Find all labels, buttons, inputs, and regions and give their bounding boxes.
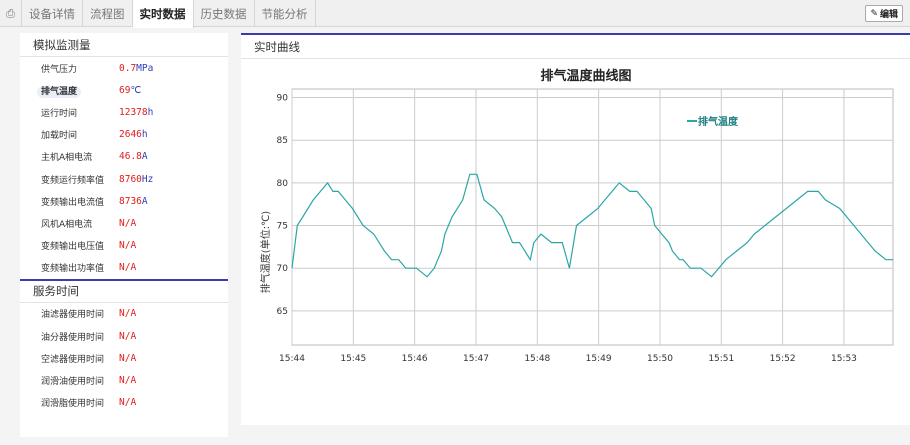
tab-2[interactable]: 实时数据 (132, 0, 194, 28)
x-tick-label: 15:52 (770, 354, 796, 364)
data-row: 润滑脂使用时间 N/A (20, 392, 228, 414)
plot-frame (291, 88, 894, 346)
x-tick-label: 15:44 (279, 354, 305, 364)
data-row: 排气温度 69℃ (20, 79, 228, 101)
row-unit: MPa (136, 62, 154, 74)
row-label: 排气温度 (20, 84, 119, 98)
x-tick-label: 15:47 (463, 354, 489, 364)
data-row: 运行时间 12378h (20, 101, 228, 123)
data-row: 油分器使用时间 N/A (20, 325, 228, 347)
row-label: 变频输出电流值 (41, 197, 105, 208)
row-label: 润滑油使用时间 (41, 377, 105, 388)
y-tick-label: 75 (277, 222, 288, 232)
y-tick-label: 65 (277, 307, 288, 317)
chart-title: 排气温度曲线图 (540, 68, 631, 84)
edit-icon: ✎ (870, 8, 878, 19)
row-value: N/A (119, 397, 137, 409)
edit-button[interactable]: ✎ 编辑 (865, 5, 903, 22)
x-tick-label: 15:49 (586, 354, 612, 364)
data-row: 供气压力 0.7MPa (20, 57, 228, 79)
row-value: N/A (119, 308, 137, 320)
x-tick-label: 15:45 (340, 354, 366, 364)
tab-4[interactable]: 节能分析 (255, 0, 316, 27)
tab-1[interactable]: 流程图 (83, 0, 133, 27)
monitor-panel: 模拟监测量 供气压力 0.7MPa 排气温度 69℃ 运行时间 12378h 加载时间 264… (20, 33, 228, 437)
print-icon[interactable]: ⎙ (0, 0, 22, 27)
y-tick-label: 80 (277, 179, 289, 189)
row-value: N/A (119, 217, 137, 229)
data-row: 变频运行频率值 8760Hz (20, 168, 228, 190)
x-tick-label: 15:51 (708, 354, 734, 364)
x-tick-label: 15:48 (524, 354, 550, 364)
row-value: 8760Hz (119, 173, 154, 185)
row-label: 变频输出电压值 (41, 242, 105, 253)
row-label: 变频输出功率值 (41, 264, 105, 275)
row-unit: Hz (141, 173, 154, 185)
exhaust-temp-chart: 排气温度曲线图 排气温度(单位:℃) 65 70 75 80 85 90 15:44 15:4… (259, 68, 894, 364)
row-label: 加载时间 (41, 131, 78, 142)
row-label: 运行时间 (41, 108, 78, 119)
realtime-panel: 实时曲线 排气温度曲线图 排气温度(单位:℃) 65 70 75 80 85 90 15:4… (241, 33, 910, 425)
tab-0[interactable]: 设备详情 (22, 0, 83, 27)
row-label: 润滑脂使用时间 (41, 399, 105, 410)
service-section-title: 服务时间 (20, 278, 228, 303)
row-unit: A (141, 151, 148, 163)
row-value: 69℃ (119, 84, 142, 96)
row-label: 供气压力 (41, 64, 78, 75)
row-value: N/A (119, 375, 137, 387)
row-unit: A (141, 195, 148, 207)
legend-label: 排气温度 (698, 115, 739, 128)
tab-strip: ⎙ 设备详情 流程图 实时数据 历史数据 节能分析 (0, 0, 316, 28)
analog-list: 供气压力 0.7MPa 排气温度 69℃ 运行时间 12378h 加载时间 2646h 主机A相… (20, 57, 228, 279)
edit-label: 编辑 (879, 10, 898, 20)
row-value: 46.8A (119, 151, 148, 163)
row-label: 主机A相电流 (41, 153, 93, 164)
realtime-title: 实时曲线 (241, 35, 910, 59)
y-tick-label: 85 (277, 136, 288, 146)
row-value: N/A (119, 262, 137, 274)
y-tick-label: 90 (277, 94, 289, 104)
data-row: 空滤器使用时间 N/A (20, 347, 228, 369)
chart-ylabel: 排气温度(单位:℃) (259, 211, 272, 294)
top-tab-bar: ⎙ 设备详情 流程图 实时数据 历史数据 节能分析 ✎ 编辑 (0, 0, 910, 28)
data-row: 润滑油使用时间 N/A (20, 369, 228, 391)
row-label: 空滤器使用时间 (41, 354, 105, 365)
data-row: 加载时间 2646h (20, 124, 228, 146)
row-value: 12378h (119, 106, 154, 118)
row-unit: h (147, 106, 154, 118)
row-unit: h (141, 129, 148, 141)
row-value: N/A (119, 330, 137, 342)
service-list: 油滤器使用时间 N/A 油分器使用时间 N/A 空滤器使用时间 N/A 润滑油使用时间 N/A… (20, 303, 228, 414)
row-value: 2646h (119, 129, 148, 141)
data-row: 变频输出功率值 N/A (20, 257, 228, 279)
x-tick-label: 15:53 (831, 354, 857, 364)
data-row: 油滤器使用时间 N/A (20, 303, 228, 325)
row-label: 油分器使用时间 (41, 332, 105, 343)
analog-section-title: 模拟监测量 (20, 33, 228, 57)
row-value: 8736A (119, 195, 148, 207)
tab-3[interactable]: 历史数据 (194, 0, 255, 27)
row-label: 变频运行频率值 (41, 175, 105, 186)
row-label: 油滤器使用时间 (41, 310, 105, 321)
data-row: 风机A相电流 N/A (20, 212, 228, 234)
row-label: 风机A相电流 (41, 219, 93, 230)
data-row: 主机A相电流 46.8A (20, 146, 228, 168)
row-unit: ℃ (130, 84, 142, 96)
row-value: N/A (119, 240, 137, 252)
x-tick-label: 15:50 (647, 354, 673, 364)
row-value: 0.7MPa (119, 62, 154, 74)
data-row: 变频输出电压值 N/A (20, 235, 228, 257)
y-tick-label: 70 (277, 264, 289, 274)
row-value: N/A (119, 352, 137, 364)
data-row: 变频输出电流值 8736A (20, 190, 228, 212)
x-tick-label: 15:46 (402, 354, 428, 364)
